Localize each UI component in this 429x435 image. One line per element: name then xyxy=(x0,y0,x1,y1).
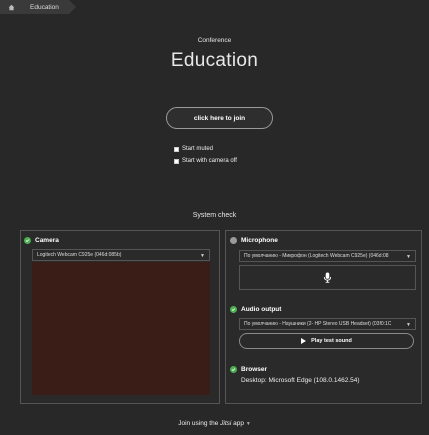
system-check-title: System check xyxy=(192,212,237,219)
check-icon xyxy=(230,306,237,313)
microphone-select-value: По умолчанию - Микрофон (Logitech Webcam… xyxy=(244,253,389,259)
browser-header: Browser xyxy=(230,366,267,373)
footer-suffix: app xyxy=(233,420,245,427)
start-camera-off-checkbox[interactable]: Start with camera off xyxy=(174,158,237,164)
microphone-label: Microphone xyxy=(241,237,278,244)
microphone-select[interactable]: По умолчанию - Микрофон (Logitech Webcam… xyxy=(239,250,416,262)
browser-value: Desktop: Microsoft Edge (108.0.1462.54) xyxy=(241,377,360,384)
check-icon xyxy=(230,366,237,373)
start-camera-off-label: Start with camera off xyxy=(182,158,237,164)
microphone-level xyxy=(239,265,416,290)
jitsi-app-link[interactable]: Join using the Jitsi app ▼ xyxy=(0,420,429,427)
footer-prefix: Join using the xyxy=(178,420,219,427)
camera-header: Camera xyxy=(24,237,59,244)
checkbox-box[interactable] xyxy=(174,146,179,152)
conference-label: Conference xyxy=(197,37,232,44)
microphone-header: Microphone xyxy=(230,237,278,244)
breadcrumb: Education xyxy=(0,0,76,14)
microphone-icon xyxy=(323,272,332,283)
breadcrumb-item-education[interactable]: Education xyxy=(22,0,76,14)
browser-label: Browser xyxy=(241,366,268,373)
start-muted-label: Start muted xyxy=(182,146,214,152)
play-test-sound-button[interactable]: Play test sound xyxy=(239,333,414,349)
camera-select-value: Logitech Webcam C925e (046d:085b) xyxy=(37,252,122,258)
chevron-down-icon: ▼ xyxy=(406,254,411,260)
play-test-sound-label: Play test sound xyxy=(311,338,352,344)
check-icon xyxy=(24,237,31,244)
play-icon xyxy=(301,338,307,344)
status-icon xyxy=(230,237,237,244)
chevron-down-icon: ▼ xyxy=(200,253,205,259)
audio-output-select[interactable]: По умолчанию - Наушники (2- HP Stereo US… xyxy=(239,318,416,330)
page-title: Education xyxy=(170,50,259,71)
start-muted-checkbox[interactable]: Start muted xyxy=(174,146,213,152)
join-button[interactable]: click here to join xyxy=(166,107,273,129)
audio-output-select-value: По умолчанию - Наушники (2- HP Stereo US… xyxy=(244,321,392,327)
chevron-down-icon: ▼ xyxy=(245,421,251,427)
breadcrumb-label: Education xyxy=(30,3,59,11)
audio-output-header: Audio output xyxy=(230,306,281,313)
audio-output-label: Audio output xyxy=(241,306,282,313)
camera-preview xyxy=(32,262,210,395)
checkbox-box[interactable] xyxy=(174,158,179,164)
camera-label: Camera xyxy=(35,237,59,244)
chevron-down-icon: ▼ xyxy=(406,322,411,328)
home-icon[interactable] xyxy=(0,0,22,14)
footer-app-name: Jitsi xyxy=(220,420,232,427)
camera-select[interactable]: Logitech Webcam C925e (046d:085b) ▼ xyxy=(32,249,210,261)
